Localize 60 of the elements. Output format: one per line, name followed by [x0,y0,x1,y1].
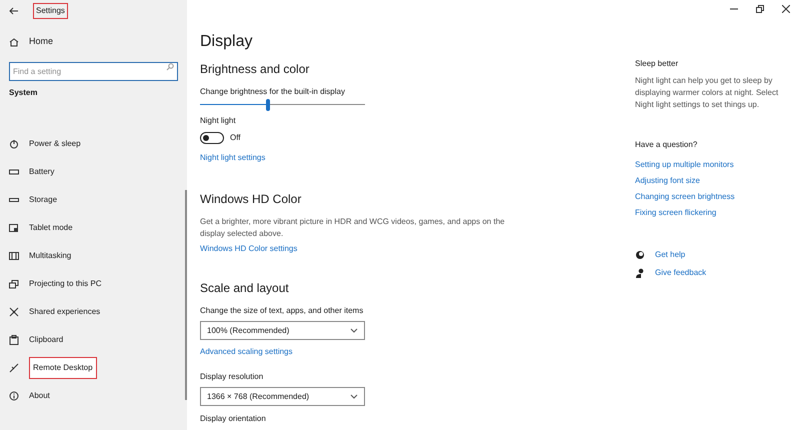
action-link[interactable]: Give feedback [655,267,706,279]
nav-icon [9,167,19,177]
chevron-icon [350,328,358,333]
nav-icon [9,363,19,373]
slider-label: Change brightness for the built-in display [200,86,345,98]
toggle-state: Off [230,132,241,144]
nav-item[interactable]: Shared experiences [29,306,100,318]
setting-label: Display orientation [200,413,266,425]
nav-item[interactable]: Power & sleep [29,138,81,150]
nav-icon [9,335,19,345]
nav-item[interactable]: Clipboard [29,334,64,346]
settings-link[interactable]: Advanced scaling settings [200,346,292,358]
restore-icon[interactable] [756,5,764,13]
help-link[interactable]: Adjusting font size [635,175,700,187]
nav-icon [9,223,19,233]
help-link[interactable]: Fixing screen flickering [635,207,716,219]
nav-item[interactable]: Battery [29,166,54,178]
resolution-dropdown[interactable]: 1366 × 768 (Recommended) [200,387,365,406]
aside-heading: Have a question? [635,139,698,151]
help-link[interactable]: Changing screen brightness [635,191,735,203]
close-icon[interactable] [782,5,790,13]
section-heading: Scale and layout [200,280,289,297]
chevron-icon [350,394,358,399]
search-field[interactable]: Find a setting [9,62,178,81]
search-icon [166,63,174,71]
nav-icon [9,391,19,401]
section-heading: System [8,87,38,99]
nav-item[interactable]: Projecting to this PC [29,278,102,290]
nav-icon [9,139,19,149]
setting-label: Night light [200,115,236,127]
help-icon [635,250,645,260]
nav-item[interactable]: Tablet mode [29,222,73,234]
nav-icon [9,307,19,317]
feedback-icon [635,268,645,278]
aside-heading: Sleep better [635,58,678,70]
nav-item[interactable]: Storage [29,194,58,206]
scale-dropdown[interactable]: 100% (Recommended) [200,321,365,340]
home-link[interactable]: Home [29,35,54,49]
nav-item[interactable]: Multitasking [29,250,72,262]
nav-icon [9,279,19,289]
nav-item[interactable]: Remote Desktop [29,357,97,379]
brightness-slider[interactable] [200,99,365,111]
back-icon[interactable] [9,7,19,15]
page-title: Display [200,32,252,52]
action-link[interactable]: Get help [655,249,686,261]
window-title: Settings [33,3,68,19]
description: Get a brighter, more vibrant picture in HDR and WCG videos, games, and apps on the display selected above. [200,216,506,240]
home-icon [9,38,19,46]
nav-item[interactable]: About [29,390,50,402]
section-heading: Brightness and color [200,61,310,78]
toggle-switch[interactable] [200,132,224,144]
description: Night light can help you get to sleep by displaying warmer colors at night. Select Night light settings to set things up. [635,75,780,111]
settings-link[interactable]: Night light settings [200,152,266,164]
setting-label: Change the size of text, apps, and other items [200,305,364,317]
help-link[interactable]: Setting up multiple monitors [635,159,734,171]
settings-link[interactable]: Windows HD Color settings [200,243,298,255]
setting-label: Display resolution [200,371,264,383]
nav-icon [9,251,19,261]
section-heading: Windows HD Color [200,191,302,208]
nav-icon [9,195,19,205]
